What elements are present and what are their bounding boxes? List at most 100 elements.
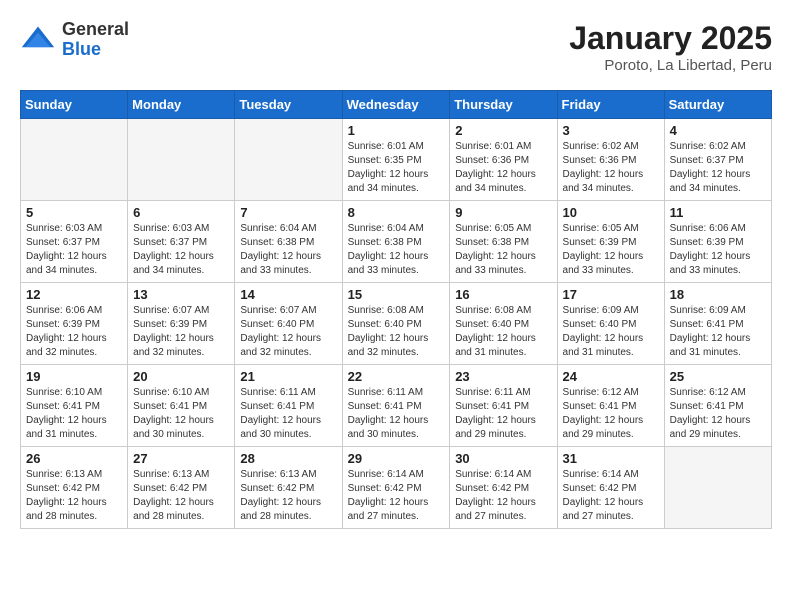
calendar-cell <box>128 119 235 201</box>
calendar-cell: 4 Sunrise: 6:02 AM Sunset: 6:37 PM Daylig… <box>664 119 771 201</box>
day-info: Sunrise: 6:09 AM Sunset: 6:40 PM Dayligh… <box>563 304 659 360</box>
day-info: Sunrise: 6:10 AM Sunset: 6:41 PM Dayligh… <box>133 386 229 442</box>
day-info: Sunrise: 6:05 AM Sunset: 6:38 PM Dayligh… <box>455 222 551 278</box>
title-block: January 2025 Poroto, La Libertad, Peru <box>569 20 772 74</box>
day-number: 17 <box>563 287 659 302</box>
calendar-cell: 14 Sunrise: 6:07 AM Sunset: 6:40 PM Dayli… <box>235 283 342 365</box>
day-number: 8 <box>348 205 445 220</box>
logo-general-text: General <box>62 19 129 39</box>
calendar-table: SundayMondayTuesdayWednesdayThursdayFrid… <box>20 90 772 529</box>
page-header: General Blue January 2025 Poroto, La Lib… <box>20 20 772 74</box>
weekday-header-saturday: Saturday <box>664 91 771 119</box>
day-number: 16 <box>455 287 551 302</box>
day-info: Sunrise: 6:12 AM Sunset: 6:41 PM Dayligh… <box>670 386 766 442</box>
day-number: 25 <box>670 369 766 384</box>
calendar-week-3: 12Sunrise: 6:06 AM Sunset: 6:39 PM Dayli… <box>21 283 772 365</box>
day-info: Sunrise: 6:11 AM Sunset: 6:41 PM Dayligh… <box>240 386 336 442</box>
day-info: Sunrise: 6:11 AM Sunset: 6:41 PM Dayligh… <box>455 386 551 442</box>
calendar-cell <box>235 119 342 201</box>
day-number: 1 <box>348 123 445 138</box>
day-number: 4 <box>670 123 766 138</box>
day-info: Sunrise: 6:04 AM Sunset: 6:38 PM Dayligh… <box>348 222 445 278</box>
calendar-cell: 27 Sunrise: 6:13 AM Sunset: 6:42 PM Dayli… <box>128 447 235 529</box>
day-info: Sunrise: 6:09 AM Sunset: 6:41 PM Dayligh… <box>670 304 766 360</box>
calendar-cell: 5Sunrise: 6:03 AM Sunset: 6:37 PM Daylig… <box>21 201 128 283</box>
calendar-cell: 30 Sunrise: 6:14 AM Sunset: 6:42 PM Dayli… <box>450 447 557 529</box>
calendar-cell: 29 Sunrise: 6:14 AM Sunset: 6:42 PM Dayli… <box>342 447 450 529</box>
day-number: 23 <box>455 369 551 384</box>
day-number: 5 <box>26 205 122 220</box>
calendar-cell: 1 Sunrise: 6:01 AM Sunset: 6:35 PM Daylig… <box>342 119 450 201</box>
calendar-cell: 8 Sunrise: 6:04 AM Sunset: 6:38 PM Daylig… <box>342 201 450 283</box>
day-number: 21 <box>240 369 336 384</box>
day-number: 20 <box>133 369 229 384</box>
day-info: Sunrise: 6:14 AM Sunset: 6:42 PM Dayligh… <box>563 468 659 524</box>
day-number: 2 <box>455 123 551 138</box>
day-info: Sunrise: 6:07 AM Sunset: 6:39 PM Dayligh… <box>133 304 229 360</box>
day-number: 6 <box>133 205 229 220</box>
calendar-cell: 31Sunrise: 6:14 AM Sunset: 6:42 PM Dayli… <box>557 447 664 529</box>
weekday-header-wednesday: Wednesday <box>342 91 450 119</box>
calendar-cell: 6 Sunrise: 6:03 AM Sunset: 6:37 PM Daylig… <box>128 201 235 283</box>
day-number: 28 <box>240 451 336 466</box>
day-info: Sunrise: 6:06 AM Sunset: 6:39 PM Dayligh… <box>26 304 122 360</box>
day-number: 13 <box>133 287 229 302</box>
calendar-cell: 24 Sunrise: 6:12 AM Sunset: 6:41 PM Dayli… <box>557 365 664 447</box>
day-info: Sunrise: 6:14 AM Sunset: 6:42 PM Dayligh… <box>348 468 445 524</box>
day-number: 3 <box>563 123 659 138</box>
calendar-cell: 3Sunrise: 6:02 AM Sunset: 6:36 PM Daylig… <box>557 119 664 201</box>
day-info: Sunrise: 6:14 AM Sunset: 6:42 PM Dayligh… <box>455 468 551 524</box>
day-info: Sunrise: 6:07 AM Sunset: 6:40 PM Dayligh… <box>240 304 336 360</box>
calendar-cell: 7 Sunrise: 6:04 AM Sunset: 6:38 PM Daylig… <box>235 201 342 283</box>
day-info: Sunrise: 6:01 AM Sunset: 6:36 PM Dayligh… <box>455 140 551 196</box>
day-info: Sunrise: 6:13 AM Sunset: 6:42 PM Dayligh… <box>26 468 122 524</box>
day-info: Sunrise: 6:13 AM Sunset: 6:42 PM Dayligh… <box>133 468 229 524</box>
day-info: Sunrise: 6:08 AM Sunset: 6:40 PM Dayligh… <box>348 304 445 360</box>
day-number: 26 <box>26 451 122 466</box>
day-info: Sunrise: 6:05 AM Sunset: 6:39 PM Dayligh… <box>563 222 659 278</box>
day-number: 9 <box>455 205 551 220</box>
calendar-cell: 10 Sunrise: 6:05 AM Sunset: 6:39 PM Dayli… <box>557 201 664 283</box>
day-info: Sunrise: 6:12 AM Sunset: 6:41 PM Dayligh… <box>563 386 659 442</box>
day-info: Sunrise: 6:13 AM Sunset: 6:42 PM Dayligh… <box>240 468 336 524</box>
calendar-cell: 21 Sunrise: 6:11 AM Sunset: 6:41 PM Dayli… <box>235 365 342 447</box>
day-number: 7 <box>240 205 336 220</box>
day-number: 15 <box>348 287 445 302</box>
day-info: Sunrise: 6:03 AM Sunset: 6:37 PM Dayligh… <box>133 222 229 278</box>
calendar-cell: 16 Sunrise: 6:08 AM Sunset: 6:40 PM Dayli… <box>450 283 557 365</box>
weekday-header-monday: Monday <box>128 91 235 119</box>
day-number: 27 <box>133 451 229 466</box>
day-info: Sunrise: 6:11 AM Sunset: 6:41 PM Dayligh… <box>348 386 445 442</box>
logo: General Blue <box>20 20 129 60</box>
calendar-cell: 25 Sunrise: 6:12 AM Sunset: 6:41 PM Dayli… <box>664 365 771 447</box>
day-number: 14 <box>240 287 336 302</box>
weekday-header-tuesday: Tuesday <box>235 91 342 119</box>
calendar-cell: 11Sunrise: 6:06 AM Sunset: 6:39 PM Dayli… <box>664 201 771 283</box>
day-number: 22 <box>348 369 445 384</box>
calendar-cell: 12Sunrise: 6:06 AM Sunset: 6:39 PM Dayli… <box>21 283 128 365</box>
day-info: Sunrise: 6:08 AM Sunset: 6:40 PM Dayligh… <box>455 304 551 360</box>
location: Poroto, La Libertad, Peru <box>569 57 772 74</box>
calendar-cell: 17 Sunrise: 6:09 AM Sunset: 6:40 PM Dayli… <box>557 283 664 365</box>
calendar-cell: 13 Sunrise: 6:07 AM Sunset: 6:39 PM Dayli… <box>128 283 235 365</box>
day-number: 10 <box>563 205 659 220</box>
day-info: Sunrise: 6:01 AM Sunset: 6:35 PM Dayligh… <box>348 140 445 196</box>
calendar-cell: 28 Sunrise: 6:13 AM Sunset: 6:42 PM Dayli… <box>235 447 342 529</box>
calendar-cell <box>21 119 128 201</box>
day-info: Sunrise: 6:04 AM Sunset: 6:38 PM Dayligh… <box>240 222 336 278</box>
day-number: 24 <box>563 369 659 384</box>
calendar-cell: 9 Sunrise: 6:05 AM Sunset: 6:38 PM Daylig… <box>450 201 557 283</box>
day-number: 29 <box>348 451 445 466</box>
calendar-cell: 26 Sunrise: 6:13 AM Sunset: 6:42 PM Dayli… <box>21 447 128 529</box>
day-info: Sunrise: 6:02 AM Sunset: 6:37 PM Dayligh… <box>670 140 766 196</box>
calendar-cell: 18Sunrise: 6:09 AM Sunset: 6:41 PM Dayli… <box>664 283 771 365</box>
day-number: 19 <box>26 369 122 384</box>
calendar-cell: 22 Sunrise: 6:11 AM Sunset: 6:41 PM Dayli… <box>342 365 450 447</box>
weekday-header-row: SundayMondayTuesdayWednesdayThursdayFrid… <box>21 91 772 119</box>
calendar-week-5: 26 Sunrise: 6:13 AM Sunset: 6:42 PM Dayli… <box>21 447 772 529</box>
calendar-cell: 15 Sunrise: 6:08 AM Sunset: 6:40 PM Dayli… <box>342 283 450 365</box>
day-number: 30 <box>455 451 551 466</box>
weekday-header-sunday: Sunday <box>21 91 128 119</box>
calendar-cell: 23 Sunrise: 6:11 AM Sunset: 6:41 PM Dayli… <box>450 365 557 447</box>
day-number: 11 <box>670 205 766 220</box>
